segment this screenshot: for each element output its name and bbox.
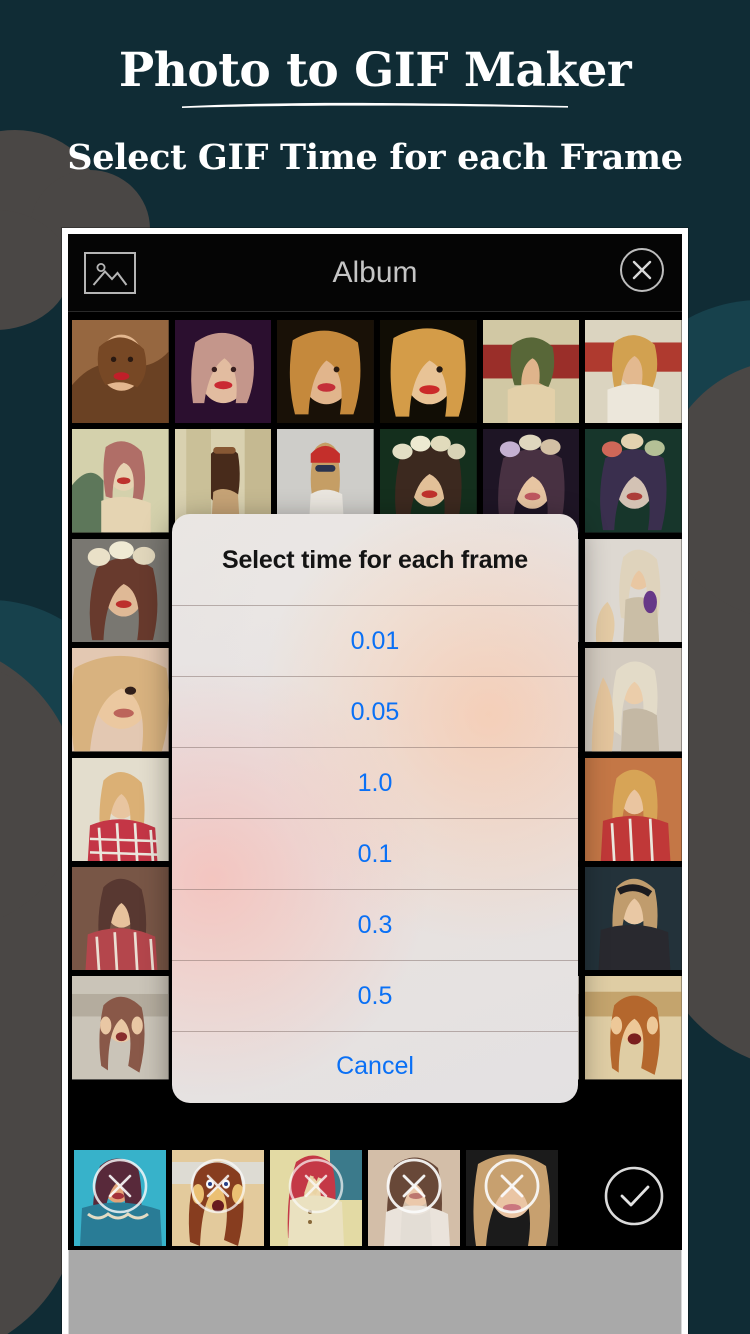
dialog-title: Select time for each frame — [221, 546, 529, 574]
promo-header: Photo to GIF Maker Select GIF Time for e… — [0, 43, 750, 179]
promo-title: Photo to GIF Maker — [118, 43, 632, 98]
promo-subtitle: Select GIF Time for each Frame — [67, 137, 683, 179]
close-circle-glyph — [620, 248, 664, 292]
dialog-option-2[interactable]: 1.0 — [172, 747, 578, 818]
dialog-option-1[interactable]: 0.05 — [172, 676, 578, 747]
select-time-dialog: Select time for each frame 0.01 0.05 1.0… — [172, 514, 578, 1103]
device-frame: Album Select time for each frame 0.01 0.… — [62, 228, 688, 1334]
close-circle-icon[interactable] — [618, 246, 666, 299]
dialog-option-4[interactable]: 0.3 — [172, 889, 578, 960]
dialog-option-0[interactable]: 0.01 — [172, 605, 578, 676]
dialog-option-3[interactable]: 0.1 — [172, 818, 578, 889]
device-footer — [68, 1250, 682, 1334]
app-screen: Album Select time for each frame 0.01 0.… — [68, 234, 682, 1250]
promo-title-underline — [182, 103, 568, 109]
dialog-cancel-button[interactable]: Cancel — [172, 1031, 578, 1103]
dialog-option-5[interactable]: 0.5 — [172, 960, 578, 1031]
